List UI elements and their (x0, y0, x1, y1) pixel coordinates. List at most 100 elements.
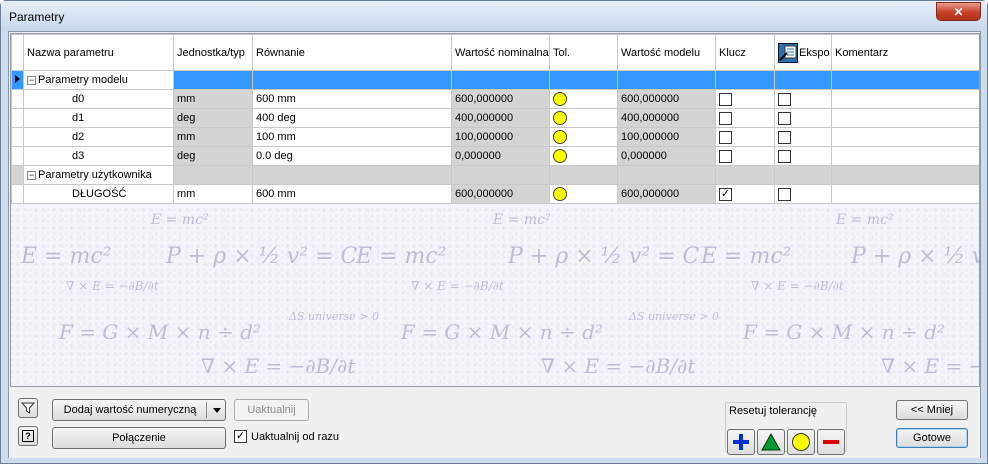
param-key[interactable] (715, 89, 775, 109)
tolerance-lower-button[interactable] (817, 429, 845, 455)
circle-icon (792, 433, 810, 451)
table-row[interactable]: d2 mm 100 mm 100,000000 100,000000 (11, 127, 979, 147)
key-checkbox[interactable] (719, 130, 732, 144)
param-key[interactable] (715, 146, 775, 166)
param-tolerance[interactable] (549, 127, 618, 147)
param-export[interactable] (774, 146, 832, 166)
param-unit[interactable]: deg (173, 108, 253, 128)
collapse-icon[interactable]: − (27, 75, 36, 85)
export-checkbox[interactable] (778, 187, 791, 201)
group-label-cell[interactable]: − Parametry użytkownika (23, 165, 174, 185)
col-header-equation[interactable]: Równanie (252, 34, 452, 71)
param-model-value: 100,000000 (617, 127, 716, 147)
add-numeric-dropdown[interactable]: Dodaj wartość numeryczną (52, 399, 226, 421)
col-header-key[interactable]: Klucz (715, 34, 775, 71)
update-button[interactable]: Uaktualnij (234, 399, 309, 421)
col-header-export[interactable]: Ekspo (774, 34, 832, 71)
col-header-unit[interactable]: Jednostka/typ (173, 34, 253, 71)
param-key[interactable]: ✓ (715, 184, 775, 204)
param-model-value: 600,000000 (617, 89, 716, 109)
triangle-icon (761, 433, 781, 451)
param-key[interactable] (715, 127, 775, 147)
param-name[interactable]: DŁUGOŚĆ (23, 184, 174, 204)
key-checkbox[interactable]: ✓ (719, 187, 732, 201)
export-checkbox[interactable] (778, 111, 791, 125)
param-name[interactable]: d3 (23, 146, 174, 166)
col-header-export-label: Ekspo (799, 46, 830, 59)
key-checkbox[interactable] (719, 149, 732, 163)
done-button[interactable]: Gotowe (896, 428, 968, 448)
bg-formula: E = mc² (356, 244, 447, 269)
auto-update-checkbox[interactable]: ✓ (234, 430, 247, 443)
param-tolerance[interactable] (549, 184, 618, 204)
chevron-down-icon[interactable] (213, 408, 221, 413)
group-label: Parametry użytkownika (38, 169, 152, 181)
param-comment[interactable] (831, 89, 979, 109)
row-header-corner (11, 34, 24, 71)
param-unit[interactable]: mm (173, 89, 253, 109)
auto-update-option[interactable]: ✓ Uaktualnij od razu (234, 430, 339, 443)
table-row[interactable]: d3 deg 0.0 deg 0,000000 0,000000 (11, 146, 979, 166)
param-name[interactable]: d2 (23, 127, 174, 147)
param-equation[interactable]: 600 mm (252, 184, 452, 204)
close-button[interactable]: ✕ (936, 2, 981, 21)
param-comment[interactable] (831, 108, 979, 128)
param-export[interactable] (774, 89, 832, 109)
col-header-nominal[interactable]: Wartość nominalna (451, 34, 550, 71)
col-header-model-value[interactable]: Wartość modelu (617, 34, 716, 71)
table-row[interactable]: d0 mm 600 mm 600,000000 600,000000 (11, 89, 979, 109)
tolerance-median-button[interactable] (757, 429, 785, 455)
group-row-user[interactable]: − Parametry użytkownika (11, 165, 979, 185)
minus-icon (823, 440, 839, 444)
param-comment[interactable] (831, 146, 979, 166)
param-equation[interactable]: 0.0 deg (252, 146, 452, 166)
export-checkbox[interactable] (778, 92, 791, 106)
param-comment[interactable] (831, 184, 979, 204)
tolerance-circle-icon (553, 111, 567, 125)
export-checkbox[interactable] (778, 149, 791, 163)
link-button[interactable]: Połączenie (52, 427, 226, 449)
collapse-icon[interactable]: − (27, 170, 36, 180)
param-name[interactable]: d0 (23, 89, 174, 109)
key-checkbox[interactable] (719, 111, 732, 125)
param-unit[interactable]: mm (173, 127, 253, 147)
group-label-cell[interactable]: − Parametry modelu (23, 70, 174, 90)
col-header-comment[interactable]: Komentarz (831, 34, 979, 71)
tolerance-nominal-button[interactable] (787, 429, 815, 455)
param-tolerance[interactable] (549, 108, 618, 128)
key-checkbox[interactable] (719, 92, 732, 106)
less-button[interactable]: << Mniej (896, 400, 968, 420)
export-icon (778, 42, 798, 63)
bg-formula: E = mc² (701, 244, 792, 269)
param-name[interactable]: d1 (23, 108, 174, 128)
param-export[interactable] (774, 127, 832, 147)
col-header-tolerance[interactable]: Tol. (549, 34, 618, 71)
table-row[interactable]: d1 deg 400 deg 400,000000 400,000000 (11, 108, 979, 128)
param-equation[interactable]: 600 mm (252, 89, 452, 109)
param-export[interactable] (774, 108, 832, 128)
param-unit[interactable]: mm (173, 184, 253, 204)
parameters-table: Nazwa parametru Jednostka/typ Równanie W… (11, 34, 979, 204)
group-row-model[interactable]: − Parametry modelu (11, 70, 979, 90)
window-title: Parametry (9, 10, 65, 24)
filter-button[interactable] (18, 398, 38, 418)
param-key[interactable] (715, 108, 775, 128)
tolerance-upper-button[interactable] (727, 429, 755, 455)
export-checkbox[interactable] (778, 130, 791, 144)
param-export[interactable] (774, 184, 832, 204)
col-header-name[interactable]: Nazwa parametru (23, 34, 174, 71)
help-button[interactable]: ? (18, 426, 38, 446)
row-arrow-icon (15, 75, 20, 83)
reset-tolerance-label: Resetuj tolerancję (729, 405, 818, 417)
parameter-grid-area: E = mc² E = mc² E = mc² E = mc² P + ρ × … (10, 33, 980, 387)
bg-formula: P + ρ × ½ v² = C (508, 244, 700, 269)
table-row[interactable]: DŁUGOŚĆ mm 600 mm 600,000000 600,000000 … (11, 184, 979, 204)
bg-formula: P + ρ × ½ v² = C (166, 244, 358, 269)
param-tolerance[interactable] (549, 146, 618, 166)
param-comment[interactable] (831, 127, 979, 147)
param-tolerance[interactable] (549, 89, 618, 109)
param-equation[interactable]: 400 deg (252, 108, 452, 128)
param-unit[interactable]: deg (173, 146, 253, 166)
tolerance-circle-icon (553, 130, 567, 144)
param-equation[interactable]: 100 mm (252, 127, 452, 147)
